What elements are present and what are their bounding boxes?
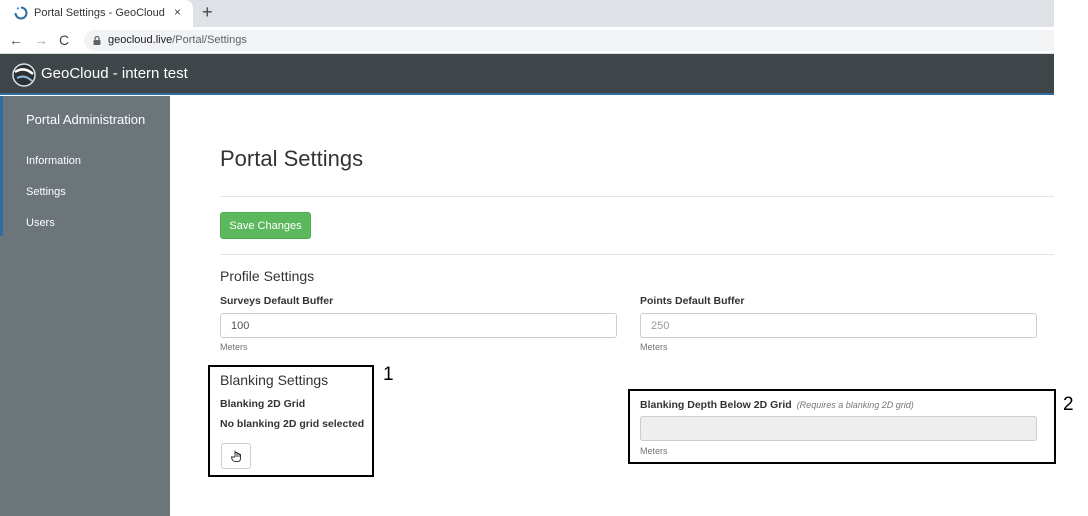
app-header: GeoCloud - intern test: [0, 54, 1054, 95]
annotation-number-1: 1: [383, 364, 394, 385]
lock-icon: [93, 36, 101, 45]
annotation-box-1: [208, 365, 374, 477]
forward-arrow-icon[interactable]: →: [34, 31, 48, 49]
tab-title: Portal Settings - GeoCloud: [34, 7, 165, 19]
sidebar-item-users[interactable]: Users: [26, 217, 55, 229]
save-changes-button[interactable]: Save Changes: [220, 212, 311, 239]
geocloud-favicon-icon: [14, 6, 28, 20]
points-buffer-input[interactable]: [640, 313, 1037, 338]
surveys-buffer-unit: Meters: [220, 342, 248, 352]
divider: [220, 254, 1054, 255]
annotation-number-2: 2: [1063, 394, 1074, 415]
browser-tab-bar: Portal Settings - GeoCloud × +: [0, 0, 1054, 27]
url-bar[interactable]: geocloud.live/Portal/Settings: [84, 30, 1054, 51]
geocloud-logo-icon: [12, 63, 36, 87]
divider: [220, 196, 1054, 197]
sidebar: Portal Administration Information Settin…: [0, 96, 170, 516]
browser-tab[interactable]: Portal Settings - GeoCloud ×: [0, 0, 193, 27]
surveys-buffer-input[interactable]: [220, 313, 617, 338]
browser-address-bar: ← → C geocloud.live/Portal/Settings: [0, 27, 1054, 54]
page-title: Portal Settings: [220, 146, 364, 171]
sidebar-accent-bar: [0, 96, 3, 236]
url-host: geocloud.live: [108, 34, 173, 46]
reload-icon[interactable]: C: [59, 31, 69, 49]
annotation-box-2: [628, 389, 1056, 464]
surveys-buffer-label: Surveys Default Buffer: [220, 295, 334, 307]
url-path: /Portal/Settings: [172, 34, 247, 46]
url-text: geocloud.live/Portal/Settings: [108, 34, 247, 46]
points-buffer-label: Points Default Buffer: [640, 295, 745, 307]
app-title: GeoCloud - intern test: [41, 65, 188, 82]
points-buffer-unit: Meters: [640, 342, 668, 352]
new-tab-icon[interactable]: +: [202, 2, 213, 22]
back-arrow-icon[interactable]: ←: [9, 31, 23, 49]
sidebar-item-settings[interactable]: Settings: [26, 186, 66, 198]
sidebar-heading: Portal Administration: [26, 112, 146, 127]
tab-close-icon[interactable]: ×: [174, 5, 181, 19]
sidebar-item-information[interactable]: Information: [26, 155, 81, 167]
profile-settings-title: Profile Settings: [220, 268, 315, 284]
